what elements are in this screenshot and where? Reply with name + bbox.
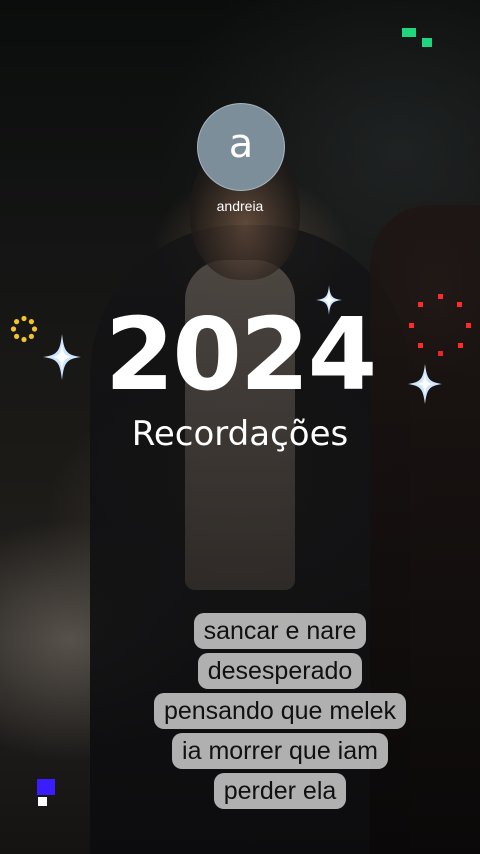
- caption-text-overlay: sancar e nare desesperado pensando que m…: [130, 611, 430, 811]
- caption-line: desesperado: [197, 653, 363, 689]
- avatar-letter: a: [228, 121, 254, 167]
- memories-subtitle: Recordações: [131, 414, 349, 454]
- year-title: 2024: [104, 296, 377, 413]
- story-frame: a andreia 2024 Recordações sancar e nare…: [0, 0, 480, 854]
- green-pixel-icon: [402, 28, 432, 47]
- caption-line: perder ela: [213, 773, 347, 809]
- caption-line: ia morrer que iam: [172, 733, 388, 769]
- caption-line: sancar e nare: [193, 613, 367, 649]
- username-label[interactable]: andreia: [140, 198, 340, 214]
- blue-pixel-icon: [37, 779, 55, 806]
- gold-dotted-ring-icon: [10, 315, 38, 343]
- caption-line: pensando que melek: [153, 693, 407, 729]
- avatar[interactable]: a: [197, 103, 285, 191]
